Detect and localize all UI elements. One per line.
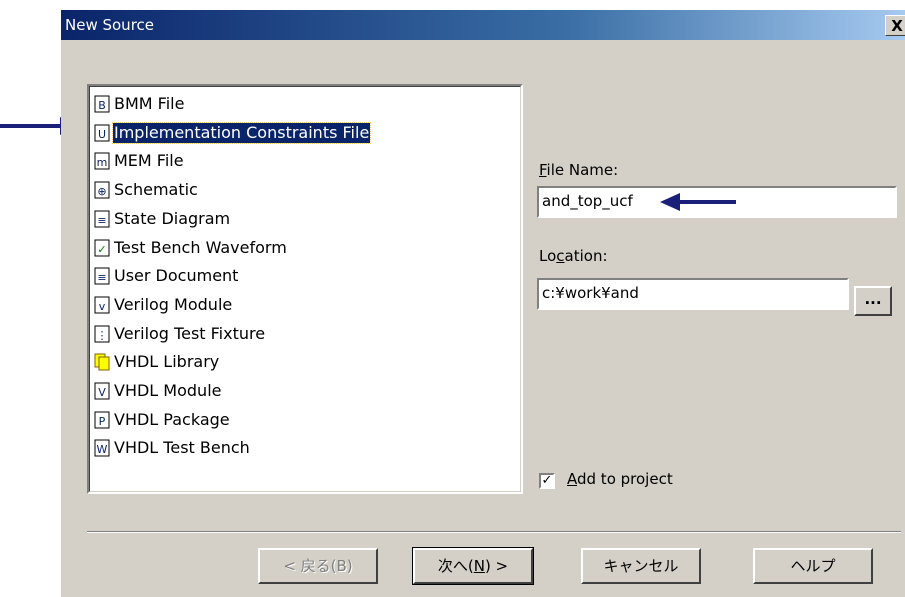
bmm-file-icon: B (94, 95, 110, 113)
file-name-label: File Name: (539, 161, 619, 179)
list-item-label: Test Bench Waveform (114, 237, 287, 257)
vhdl-module-icon: V (94, 382, 110, 400)
svg-text:≡: ≡ (97, 271, 106, 284)
list-item-label: VHDL Module (114, 381, 222, 400)
source-type-list[interactable]: B BMM File U Implementation Constraints Fil… (87, 84, 523, 494)
state-diagram-icon: ≡ (94, 210, 110, 228)
list-item[interactable]: W VHDL Test Bench (94, 435, 251, 461)
location-label: Location: (539, 247, 608, 265)
vhdl-testbench-icon: W (94, 439, 110, 457)
svg-text:⊕: ⊕ (97, 185, 106, 198)
list-item[interactable]: P VHDL Package (94, 407, 231, 433)
list-item-label: Implementation Constraints File (111, 121, 372, 144)
list-item[interactable]: V VHDL Module (94, 378, 222, 404)
vhdl-package-icon: P (94, 411, 110, 429)
next-button[interactable]: 次へ(N) > (412, 547, 534, 585)
help-button[interactable]: ヘルプ (753, 548, 873, 584)
svg-text:P: P (99, 415, 106, 428)
list-item-label: VHDL Test Bench (114, 438, 250, 458)
list-item-label: VHDL Library (114, 352, 220, 372)
verilog-fixture-icon: ⋮ (94, 325, 110, 343)
list-item[interactable]: ⋮ Verilog Test Fixture (94, 321, 266, 347)
list-item[interactable]: ✓ Test Bench Waveform (94, 235, 288, 261)
svg-text:V: V (98, 386, 106, 399)
add-to-project-label[interactable]: Add to project (567, 470, 673, 488)
list-item-label: VHDL Package (114, 409, 230, 429)
list-item-label: MEM File (114, 151, 184, 171)
waveform-icon: ✓ (94, 239, 110, 256)
add-to-project-checkbox[interactable]: ✓ (539, 473, 555, 489)
close-button[interactable]: X (885, 15, 905, 36)
schematic-icon: ⊕ (94, 181, 110, 199)
separator-highlight (87, 532, 901, 533)
svg-text:U: U (98, 128, 106, 141)
list-item-label: Verilog Module (114, 294, 233, 314)
list-item[interactable]: m MEM File (94, 148, 185, 174)
list-item[interactable]: U Implementation Constraints File (94, 120, 372, 146)
list-item[interactable]: ≡ State Diagram (94, 206, 231, 232)
list-item[interactable]: v Verilog Module (94, 292, 233, 318)
svg-text:✓: ✓ (97, 243, 106, 256)
mem-file-icon: m (94, 152, 110, 170)
new-source-dialog: New Source X B BMM File U Implementation Co… (61, 10, 905, 597)
svg-text:B: B (98, 99, 106, 112)
list-item-label: BMM File (114, 94, 185, 113)
annotation-arrow-right (660, 193, 736, 211)
list-item[interactable]: B BMM File (94, 91, 185, 117)
list-item-label: Verilog Test Fixture (114, 323, 266, 343)
browse-button[interactable]: ... (854, 286, 892, 316)
back-button[interactable]: < 戻る(B) (258, 548, 378, 584)
svg-text:v: v (99, 300, 106, 313)
svg-text:m: m (97, 156, 108, 169)
svg-text:W: W (97, 443, 108, 456)
location-input[interactable]: c:¥work¥and (537, 278, 849, 310)
list-item[interactable]: ≡ User Document (94, 263, 239, 289)
window-title: New Source (65, 16, 155, 34)
constraints-file-icon: U (94, 124, 110, 142)
list-item-label: Schematic (114, 180, 198, 200)
source-type-list-inner: B BMM File U Implementation Constraints Fil… (89, 86, 521, 492)
vhdl-library-icon (94, 353, 110, 371)
list-item[interactable]: ⊕ Schematic (94, 177, 199, 203)
verilog-module-icon: v (94, 296, 110, 314)
list-item-label: State Diagram (114, 208, 231, 228)
list-item-label: User Document (114, 266, 239, 286)
document-icon: ≡ (94, 267, 110, 285)
title-bar: New Source X (61, 10, 905, 40)
list-item[interactable]: VHDL Library (94, 349, 220, 375)
svg-text:⋮: ⋮ (97, 329, 108, 342)
svg-text:≡: ≡ (97, 214, 106, 227)
cancel-button[interactable]: キャンセル (581, 548, 701, 584)
